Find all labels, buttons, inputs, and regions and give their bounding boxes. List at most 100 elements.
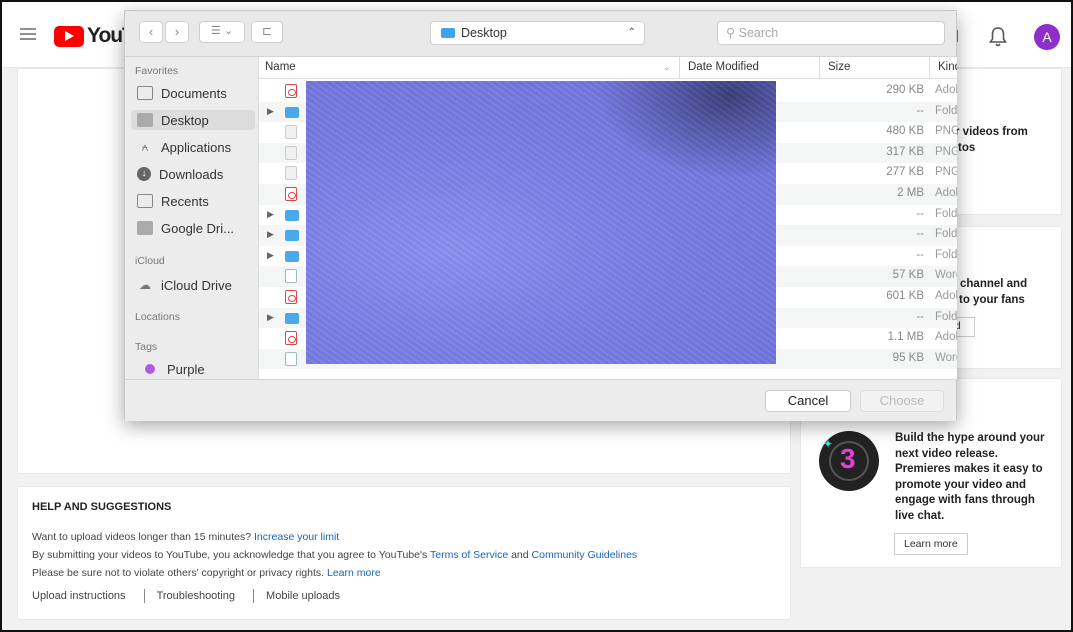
search-input[interactable]: ⚲ Search bbox=[717, 21, 945, 45]
folder-file-icon bbox=[285, 250, 299, 262]
disclosure-triangle-icon[interactable]: ▶ bbox=[267, 250, 274, 261]
search-placeholder: Search bbox=[738, 26, 779, 40]
file-kind: Folder bbox=[935, 228, 957, 241]
sidebar-item-icloud-drive[interactable]: ☁ iCloud Drive bbox=[137, 275, 232, 295]
community-guidelines-link[interactable]: Community Guidelines bbox=[532, 549, 638, 561]
help-text: Please be sure not to violate others' co… bbox=[32, 567, 325, 579]
dialog-footer: Cancel Choose bbox=[125, 379, 956, 421]
terms-of-service-link[interactable]: Terms of Service bbox=[430, 549, 508, 561]
upload-instructions-link[interactable]: Upload instructions bbox=[32, 590, 126, 602]
file-kind: Word bbox=[935, 269, 957, 282]
sidebar-item-recents[interactable]: Recents bbox=[137, 191, 209, 211]
word-file-icon bbox=[285, 351, 297, 366]
choose-button[interactable]: Choose bbox=[860, 390, 944, 412]
column-header-kind[interactable]: Kind bbox=[929, 57, 957, 79]
side-card-text: to your fans bbox=[959, 294, 1025, 306]
sidebar-item-label: Purple bbox=[167, 361, 205, 377]
sidebar-item-google-drive[interactable]: Google Dri... bbox=[137, 218, 234, 238]
column-header-size[interactable]: Size bbox=[819, 57, 929, 79]
image-file-icon bbox=[285, 145, 297, 160]
location-label: Desktop bbox=[461, 26, 507, 40]
pdf-file-icon bbox=[285, 290, 297, 304]
sidebar-item-tag-purple[interactable]: Purple bbox=[145, 359, 205, 379]
pdf-file-icon bbox=[285, 187, 297, 201]
file-kind: PNG bbox=[935, 145, 957, 158]
location-dropdown[interactable]: Desktop ⌃ bbox=[430, 21, 645, 45]
file-list: Name ⌄ Date Modified Size Kind 290 KB Adob… bbox=[259, 57, 957, 379]
learn-more-link[interactable]: Learn more bbox=[327, 567, 381, 579]
column-label: Name bbox=[265, 61, 296, 73]
sidebar-item-label: Documents bbox=[161, 85, 227, 101]
applications-icon: ⍲ bbox=[141, 140, 149, 154]
help-text: By submitting your videos to YouTube, yo… bbox=[32, 549, 428, 561]
file-size: 57 KB bbox=[892, 269, 924, 282]
forward-button[interactable]: › bbox=[165, 21, 189, 43]
disclosure-triangle-icon[interactable]: ▶ bbox=[267, 106, 274, 117]
icloud-heading: iCloud bbox=[135, 255, 165, 267]
sidebar-item-downloads[interactable]: ↓ Downloads bbox=[137, 164, 223, 184]
file-kind: PNG bbox=[935, 166, 957, 179]
sidebar-item-documents[interactable]: Documents bbox=[137, 83, 227, 103]
mobile-uploads-link[interactable]: Mobile uploads bbox=[266, 590, 340, 602]
file-kind: Word bbox=[935, 351, 957, 364]
file-size: 601 KB bbox=[886, 290, 924, 302]
avatar[interactable]: A bbox=[1034, 24, 1060, 50]
view-options-button[interactable]: ☰ ⌄ bbox=[199, 21, 245, 43]
chevron-left-icon: ‹ bbox=[148, 24, 154, 39]
help-text: and bbox=[511, 549, 529, 561]
file-picker-dialog: ‹ › ☰ ⌄ ⊏ Desktop ⌃ ⚲ Search Favorites D… bbox=[124, 10, 957, 421]
file-size: -- bbox=[916, 310, 924, 323]
side-card-text: tos bbox=[958, 142, 976, 154]
notifications-bell-icon[interactable] bbox=[988, 26, 1008, 48]
youtube-logo[interactable]: YouT bbox=[54, 24, 135, 48]
disclosure-triangle-icon[interactable]: ▶ bbox=[267, 229, 274, 240]
folder-icon bbox=[441, 28, 455, 38]
sidebar-item-label: Desktop bbox=[161, 112, 209, 128]
disclosure-triangle-icon[interactable]: ▶ bbox=[267, 312, 274, 323]
cancel-button[interactable]: Cancel bbox=[765, 390, 851, 412]
file-kind: Folder bbox=[935, 310, 957, 323]
file-size: -- bbox=[916, 104, 924, 117]
help-line-terms: By submitting your videos to YouTube, yo… bbox=[32, 549, 637, 561]
new-folder-button[interactable]: ⊏ bbox=[251, 21, 283, 43]
help-links: Upload instructions Troubleshooting Mobi… bbox=[32, 589, 340, 603]
increase-limit-link[interactable]: Increase your limit bbox=[254, 531, 339, 543]
column-header-date-modified[interactable]: Date Modified bbox=[679, 57, 819, 79]
troubleshooting-link[interactable]: Troubleshooting bbox=[157, 590, 235, 602]
sort-chevron-icon: ⌄ bbox=[663, 62, 671, 72]
youtube-play-icon bbox=[54, 25, 84, 47]
sidebar-item-desktop[interactable]: Desktop bbox=[131, 110, 255, 130]
folder-file-icon bbox=[285, 230, 299, 242]
folder-file-icon bbox=[285, 106, 299, 118]
learn-more-button[interactable]: Learn more bbox=[894, 533, 968, 555]
image-file-icon bbox=[285, 166, 297, 181]
file-size: 290 KB bbox=[886, 84, 924, 96]
sidebar-item-label: Downloads bbox=[159, 166, 224, 182]
pdf-file-icon bbox=[285, 331, 297, 346]
search-icon: ⚲ bbox=[726, 26, 736, 40]
purple-tag-icon bbox=[145, 364, 155, 374]
favorites-heading: Favorites bbox=[135, 65, 179, 77]
file-size: 95 KB bbox=[892, 351, 924, 364]
sidebar-item-label: iCloud Drive bbox=[161, 277, 232, 293]
sidebar-item-label: Recents bbox=[161, 193, 209, 209]
sidebar-item-label: Google Dri... bbox=[161, 220, 234, 236]
back-button[interactable]: ‹ bbox=[139, 21, 163, 43]
column-header-name[interactable]: Name ⌄ bbox=[259, 57, 679, 79]
dialog-toolbar: ‹ › ☰ ⌄ ⊏ Desktop ⌃ ⚲ Search bbox=[125, 11, 956, 57]
disclosure-triangle-icon[interactable]: ▶ bbox=[267, 209, 274, 220]
new-folder-icon: ⊏ bbox=[261, 24, 273, 38]
file-size: 277 KB bbox=[886, 166, 924, 179]
file-kind: Folder bbox=[935, 248, 957, 261]
sidebar-item-label: Applications bbox=[161, 139, 232, 155]
sidebar-item-applications[interactable]: ⍲ Applications bbox=[137, 137, 231, 157]
chevron-right-icon: › bbox=[174, 24, 180, 39]
file-size: -- bbox=[916, 228, 924, 241]
folder-icon bbox=[137, 221, 153, 235]
file-size: 2 MB bbox=[897, 187, 924, 199]
premieres-number: 3 bbox=[840, 443, 856, 474]
menu-icon[interactable] bbox=[20, 28, 36, 40]
locations-heading: Locations bbox=[135, 311, 180, 323]
file-kind: Adobe bbox=[935, 331, 957, 344]
premieres-icon: ✦ 3 bbox=[819, 431, 879, 491]
